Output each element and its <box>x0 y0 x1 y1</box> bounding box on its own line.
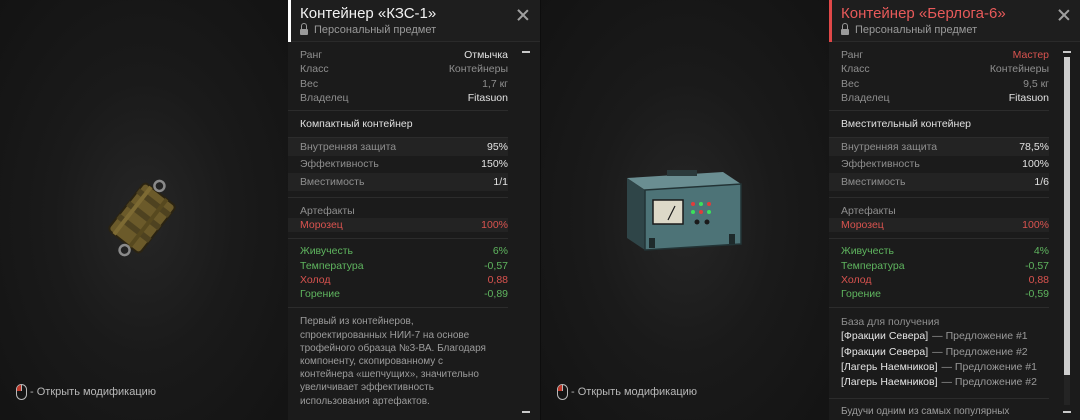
offer-link[interactable]: [Лагерь Наемников] — Предложение #1 <box>829 359 1049 374</box>
prop-row: Внутренняя защита 95% <box>288 138 508 156</box>
close-icon[interactable] <box>1057 8 1071 22</box>
item-subtitle: Персональный предмет <box>300 22 437 36</box>
offer-link[interactable]: [Фракции Севера] — Предложение #2 <box>829 344 1049 359</box>
offer-link[interactable]: [Фракции Севера] — Предложение #1 <box>829 329 1049 344</box>
stat-row: Вес 9,5 кг <box>841 77 1049 90</box>
description-section: Будучи одним из самых популярных <box>829 399 1049 418</box>
stat-row: Ранг Отмычка <box>300 49 508 62</box>
prop-row: Внутренняя защита 78,5% <box>829 138 1049 156</box>
personal-item-label: Персональный предмет <box>314 24 437 36</box>
stat-row: Ранг Мастер <box>841 49 1049 62</box>
item-subtitle: Персональный предмет <box>841 22 978 36</box>
scroll-down-icon[interactable] <box>522 411 530 413</box>
container-berloga6-image <box>627 170 742 251</box>
open-modification-hint[interactable]: - Открыть модификацию <box>557 384 697 400</box>
item-preview-berloga6: - Открыть модификацию <box>541 0 829 420</box>
prop-row: Эффективность 150% <box>300 158 508 171</box>
effect-row: Температура -0,57 <box>300 259 508 272</box>
acquisition-section: База для получения [Фракции Севера] — Пре… <box>829 308 1049 399</box>
artifacts-section: Артефакты Морозец 100% <box>829 198 1049 240</box>
item-details: Ранг Мастер Класс Контейнеры Вес 9,5 кг Вла… <box>829 43 1049 420</box>
description-section: Первый из контейнеров, спроектированных … <box>288 308 508 407</box>
details-scrollbar[interactable] <box>512 43 540 420</box>
effect-row: Живучесть 4% <box>841 245 1049 258</box>
item-card-berloga6: Контейнер «Берлога-6» Персональный предм… <box>829 0 1080 420</box>
right-item-panel: - Открыть модификацию Контейнер «Берлога… <box>540 0 1080 420</box>
type-section: Вместительный контейнер <box>829 111 1049 139</box>
stats-section: Ранг Мастер Класс Контейнеры Вес 9,5 кг Вла… <box>829 43 1049 112</box>
effect-row: Холод 0,88 <box>841 274 1049 287</box>
card-header: Контейнер «КЗС-1» Персональный предмет <box>288 0 540 42</box>
item-details: Ранг Отмычка Класс Контейнеры Вес 1,7 кг Вл… <box>288 43 508 420</box>
effect-row: Температура -0,57 <box>841 259 1049 272</box>
personal-item-label: Персональный предмет <box>855 24 978 36</box>
item-description: Первый из контейнеров, спроектированных … <box>300 316 486 407</box>
stat-row: Вес 1,7 кг <box>300 77 508 90</box>
card-header: Контейнер «Берлога-6» Персональный предм… <box>829 0 1080 42</box>
item-description: Будучи одним из самых популярных <box>841 405 1010 417</box>
container-type-label: Вместительный контейнер <box>841 118 971 131</box>
lock-icon <box>841 22 849 36</box>
details-scrollbar[interactable] <box>1053 43 1080 420</box>
left-item-panel: - Открыть модификацию Контейнер «КЗС-1» … <box>0 0 540 420</box>
mouse-left-click-icon <box>557 384 568 400</box>
effects-section: Живучесть 4% Температура -0,57 Холод 0,88 Г… <box>829 239 1049 309</box>
container-kzs1-image <box>108 179 176 257</box>
item-title: Контейнер «КЗС-1» <box>300 5 437 22</box>
open-modification-label: - Открыть модификацию <box>30 386 157 398</box>
stat-row: Класс Контейнеры <box>841 63 1049 76</box>
item-title: Контейнер «Берлога-6» <box>841 5 1006 22</box>
artifacts-section: Артефакты Морозец 100% <box>288 198 508 240</box>
properties-section: Внутренняя защита 78,5% Эффективность 100%… <box>829 138 1049 198</box>
lock-icon <box>300 22 308 36</box>
effect-row: Холод 0,88 <box>300 274 508 287</box>
close-icon[interactable] <box>516 8 530 22</box>
acquisition-header: База для получения <box>841 315 940 328</box>
scroll-thumb[interactable] <box>1064 57 1070 375</box>
scroll-down-icon[interactable] <box>1063 411 1071 413</box>
prop-row: Вместимость 1/6 <box>829 173 1049 191</box>
header-accent-bar <box>829 0 832 42</box>
prop-row: Вместимость 1/1 <box>288 173 508 191</box>
effect-row: Живучесть 6% <box>300 245 508 258</box>
scroll-up-icon[interactable] <box>522 51 530 53</box>
stat-row: Владелец Fitasuon <box>841 92 1049 105</box>
mouse-left-click-icon <box>16 384 27 400</box>
header-accent-bar <box>288 0 291 42</box>
stat-row: Владелец Fitasuon <box>300 92 508 105</box>
effect-row: Горение -0,59 <box>841 288 1049 301</box>
artifacts-header: Артефакты <box>841 204 896 217</box>
stats-section: Ранг Отмычка Класс Контейнеры Вес 1,7 кг Вл… <box>288 43 508 112</box>
open-modification-hint[interactable]: - Открыть модификацию <box>16 384 156 400</box>
artifacts-header: Артефакты <box>300 204 355 217</box>
artifact-row: Морозец 100% <box>288 217 508 233</box>
properties-section: Внутренняя защита 95% Эффективность 150% В… <box>288 138 508 198</box>
scroll-up-icon[interactable] <box>1063 51 1071 53</box>
item-preview-kzs1: - Открыть модификацию <box>0 0 288 420</box>
type-section: Компактный контейнер <box>288 111 508 139</box>
offer-link[interactable]: [Лагерь Наемников] — Предложение #2 <box>829 374 1049 389</box>
prop-row: Эффективность 100% <box>841 158 1049 171</box>
container-type-label: Компактный контейнер <box>300 118 413 131</box>
artifact-row: Морозец 100% <box>829 217 1049 233</box>
open-modification-label: - Открыть модификацию <box>571 386 698 398</box>
effect-row: Горение -0,89 <box>300 288 508 301</box>
effects-section: Живучесть 6% Температура -0,57 Холод 0,88 Г… <box>288 239 508 309</box>
stat-row: Класс Контейнеры <box>300 63 508 76</box>
item-card-kzs1: Контейнер «КЗС-1» Персональный предмет Р… <box>288 0 540 420</box>
